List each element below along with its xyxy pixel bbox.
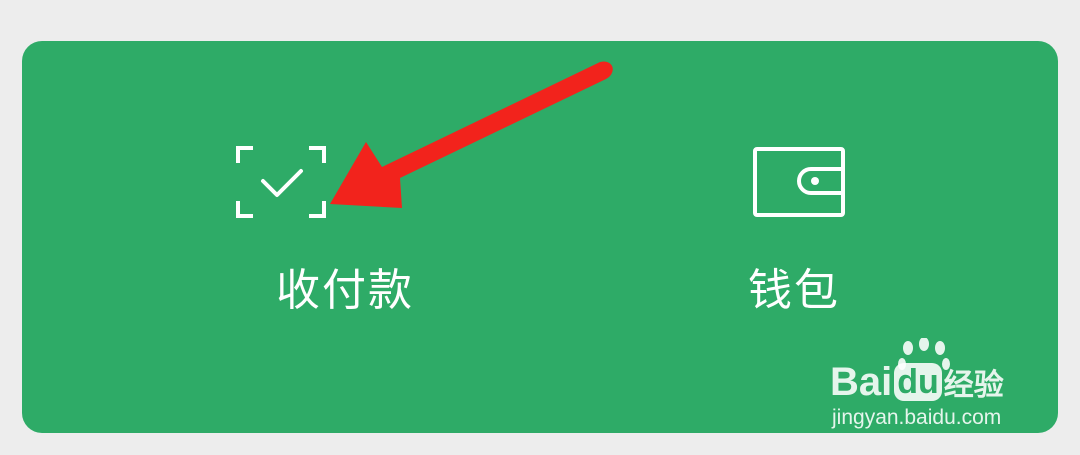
wallet-icon — [753, 147, 845, 217]
watermark-brand-prefix: Bai — [830, 360, 893, 404]
watermark-url: jingyan.baidu.com — [832, 406, 1002, 429]
scan-check-icon — [236, 146, 326, 218]
watermark-brand: Bai du 经验 — [830, 360, 1004, 405]
wallet-label: 钱包 — [748, 265, 840, 316]
baidu-jingyan-watermark: Bai du 经验 jingyan.baidu.com — [830, 338, 1030, 438]
watermark-brand-badge: du — [894, 363, 942, 401]
pay-receive-tile[interactable]: 收付款 — [22, 41, 540, 433]
watermark-brand-suffix: 经验 — [943, 368, 1004, 403]
pay-receive-label: 收付款 — [276, 265, 414, 316]
